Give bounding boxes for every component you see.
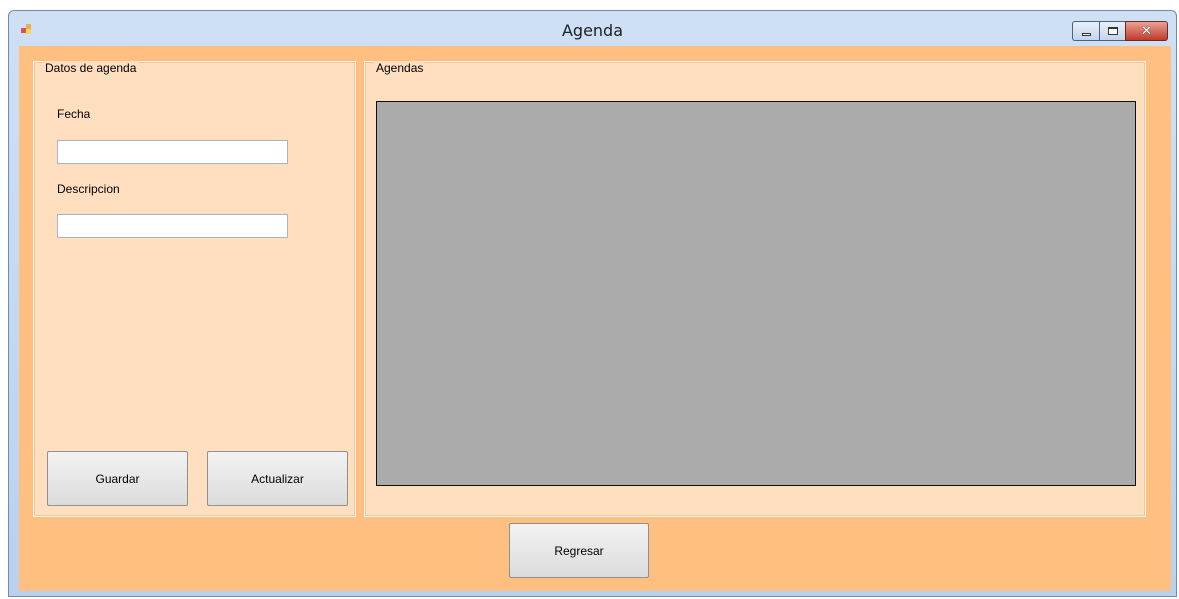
agendas-group: Agendas: [364, 61, 1146, 517]
descripcion-input[interactable]: [57, 214, 288, 238]
regresar-button[interactable]: Regresar: [509, 523, 649, 578]
fecha-label: Fecha: [57, 107, 91, 121]
datos-group-title: Datos de agenda: [43, 61, 139, 75]
agenda-window: Agenda ✕ Datos de agenda Fecha Descripci…: [8, 10, 1177, 597]
title-bar[interactable]: Agenda ✕: [9, 11, 1176, 45]
close-button[interactable]: ✕: [1125, 21, 1168, 41]
guardar-button[interactable]: Guardar: [47, 451, 188, 506]
close-icon: ✕: [1141, 23, 1152, 39]
maximize-button[interactable]: [1099, 21, 1125, 41]
window-controls: ✕: [1072, 21, 1168, 41]
minimize-button[interactable]: [1072, 21, 1099, 41]
actualizar-button[interactable]: Actualizar: [207, 451, 348, 506]
agendas-data-grid[interactable]: [376, 101, 1136, 486]
maximize-icon: [1107, 27, 1118, 35]
datos-de-agenda-group: Datos de agenda Fecha Descripcion Guarda…: [33, 61, 356, 517]
window-title: Agenda: [561, 21, 624, 40]
fecha-input[interactable]: [57, 140, 288, 164]
agendas-group-title: Agendas: [374, 61, 426, 75]
descripcion-label: Descripcion: [57, 182, 120, 196]
minimize-icon: [1081, 32, 1091, 36]
form-client-area: Datos de agenda Fecha Descripcion Guarda…: [19, 46, 1171, 591]
